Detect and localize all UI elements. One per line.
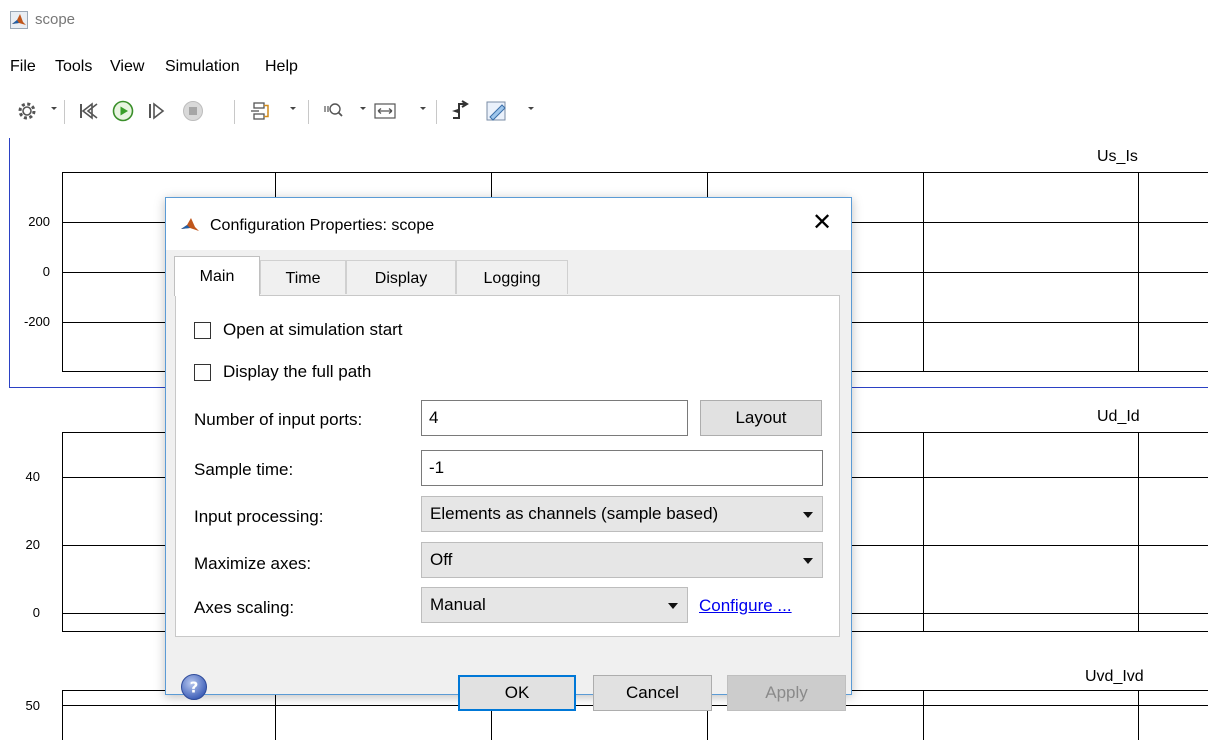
- matlab-icon: [10, 11, 28, 29]
- window-title: scope: [35, 11, 76, 28]
- maximize-axes-value: Off: [430, 550, 453, 569]
- tab-logging[interactable]: Logging: [456, 260, 568, 294]
- ytick-label: 50: [25, 698, 40, 713]
- axes-scaling-value: Manual: [430, 595, 486, 614]
- scale-axes-icon: [374, 103, 396, 119]
- configuration-properties-dialog: Configuration Properties: scope ✕ Main T…: [165, 197, 852, 711]
- window-titlebar: scope: [0, 0, 1208, 44]
- configure-link[interactable]: Configure ...: [699, 596, 792, 616]
- stop-button[interactable]: [176, 96, 210, 126]
- measurements-dropdown-arrow[interactable]: [528, 107, 534, 110]
- menu-help[interactable]: Help: [265, 58, 298, 76]
- measurements-icon: [486, 101, 506, 121]
- gear-icon: [18, 102, 36, 120]
- toolbar-separator: [436, 100, 437, 124]
- menu-file[interactable]: File: [10, 58, 36, 76]
- ytick-label: 20: [25, 537, 40, 552]
- close-icon[interactable]: ✕: [809, 210, 835, 236]
- sample-time-field[interactable]: -1: [421, 450, 823, 486]
- input-processing-select[interactable]: Elements as channels (sample based): [421, 496, 823, 532]
- matlab-icon: [181, 218, 199, 231]
- menu-simulation[interactable]: Simulation: [165, 58, 240, 76]
- chevron-down-icon: [803, 558, 813, 564]
- step-forward-icon: [149, 102, 165, 120]
- svg-text:?: ?: [190, 679, 199, 697]
- tab-main[interactable]: Main: [174, 256, 260, 296]
- scale-axes-dropdown-arrow[interactable]: [420, 107, 426, 110]
- input-ports-field[interactable]: 4: [421, 400, 688, 436]
- ytick-label: 0: [42, 264, 50, 279]
- chevron-down-icon: [668, 603, 678, 609]
- measurements-button[interactable]: [480, 96, 514, 126]
- axes-scaling-select[interactable]: Manual: [421, 587, 688, 623]
- ok-button[interactable]: OK: [458, 675, 576, 711]
- tab-time[interactable]: Time: [260, 260, 346, 294]
- open-at-start-row[interactable]: Open at simulation start: [194, 320, 403, 340]
- ytick-label: 0: [32, 605, 40, 620]
- cancel-button[interactable]: Cancel: [593, 675, 712, 711]
- tab-display[interactable]: Display: [346, 260, 456, 294]
- stop-icon: [183, 101, 203, 121]
- triggers-icon: [452, 100, 469, 119]
- signal-select-dropdown-arrow[interactable]: [290, 107, 296, 110]
- ytick-label: -200: [23, 314, 50, 329]
- signal-select-icon: [251, 102, 269, 120]
- toolbar-separator: [234, 100, 235, 124]
- axes-title-ud-id: Ud_Id: [1097, 408, 1140, 425]
- triggers-button[interactable]: [446, 96, 476, 126]
- chevron-down-icon: [803, 512, 813, 518]
- settings-dropdown-arrow[interactable]: [51, 107, 57, 110]
- settings-button[interactable]: [10, 96, 44, 126]
- ytick-label: 200: [28, 214, 50, 229]
- input-processing-value: Elements as channels (sample based): [430, 504, 719, 523]
- maximize-axes-select[interactable]: Off: [421, 542, 823, 578]
- open-at-start-label: Open at simulation start: [223, 320, 403, 339]
- layout-button[interactable]: Layout: [700, 400, 822, 436]
- open-at-start-checkbox[interactable]: [194, 321, 211, 339]
- axes-title-us-is: Us_Is: [1097, 148, 1138, 165]
- sample-time-label: Sample time:: [194, 460, 294, 479]
- zoom-icon: [324, 103, 343, 117]
- run-icon: [112, 100, 134, 122]
- display-full-path-label: Display the full path: [223, 362, 372, 381]
- toolbar-separator: [64, 100, 65, 124]
- axes-scaling-label: Axes scaling:: [194, 598, 295, 617]
- ytick-label: 40: [25, 469, 40, 484]
- toolbar: [0, 88, 1208, 134]
- zoom-button[interactable]: [318, 96, 352, 126]
- menu-tools[interactable]: Tools: [55, 58, 92, 76]
- main-tab-panel: Open at simulation start Display the ful…: [175, 295, 840, 637]
- display-full-path-checkbox[interactable]: [194, 363, 211, 381]
- apply-button[interactable]: Apply: [727, 675, 846, 711]
- scale-axes-button[interactable]: [368, 96, 402, 126]
- zoom-dropdown-arrow[interactable]: [360, 107, 366, 110]
- maximize-axes-label: Maximize axes:: [194, 554, 312, 573]
- step-back-icon: [80, 102, 98, 120]
- help-icon[interactable]: ?: [180, 673, 208, 701]
- step-forward-button[interactable]: [140, 96, 174, 126]
- step-back-button[interactable]: [72, 96, 106, 126]
- menu-view[interactable]: View: [110, 58, 144, 76]
- signal-select-button[interactable]: [243, 96, 277, 126]
- run-button[interactable]: [108, 96, 138, 126]
- dialog-title: Configuration Properties: scope: [210, 217, 435, 234]
- dialog-titlebar: Configuration Properties: scope ✕: [166, 198, 851, 250]
- toolbar-separator: [308, 100, 309, 124]
- input-processing-label: Input processing:: [194, 507, 324, 526]
- input-ports-label: Number of input ports:: [194, 410, 363, 429]
- axes-title-uvd-ivd: Uvd_Ivd: [1085, 668, 1144, 685]
- display-full-path-row[interactable]: Display the full path: [194, 362, 371, 382]
